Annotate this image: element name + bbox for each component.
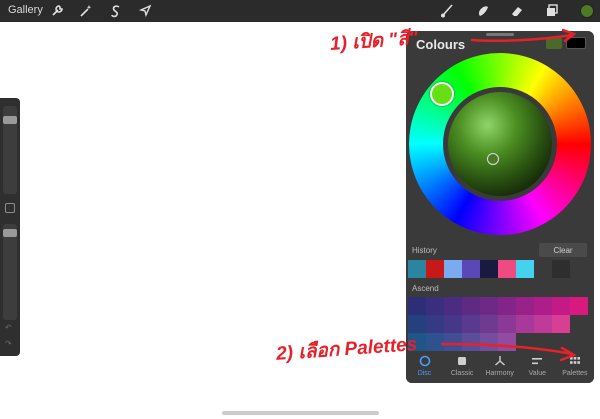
- palette-swatch[interactable]: [534, 297, 552, 315]
- transform-arrow-icon[interactable]: [137, 3, 153, 19]
- magic-wand-icon[interactable]: [78, 3, 94, 19]
- palette-swatch[interactable]: [480, 315, 498, 333]
- annotation-arrow-2: [440, 342, 577, 362]
- palette-swatch[interactable]: [516, 297, 534, 315]
- history-swatch[interactable]: [498, 260, 516, 278]
- annotation-step-1: 1) เปิด "สี": [329, 27, 419, 56]
- palette-swatch[interactable]: [516, 315, 534, 333]
- palette-swatch[interactable]: [408, 297, 426, 315]
- selection-s-icon[interactable]: [108, 3, 124, 19]
- palette-swatch[interactable]: [498, 315, 516, 333]
- hue-picker-knob[interactable]: [430, 82, 454, 106]
- annotation-arrow-1: [470, 28, 577, 43]
- colours-panel: Colours History Clear Ascend Disc Classic…: [406, 31, 594, 383]
- colour-button[interactable]: [580, 4, 594, 18]
- palette-swatch[interactable]: [552, 297, 570, 315]
- gallery-button[interactable]: Gallery: [8, 4, 43, 16]
- history-swatch[interactable]: [516, 260, 534, 278]
- annotation-step-2: 2) เลือก Palettes: [275, 334, 418, 365]
- brush-size-slider[interactable]: [3, 106, 17, 194]
- undo-icon[interactable]: ↶: [5, 324, 15, 332]
- palette-swatch[interactable]: [552, 315, 570, 333]
- layers-icon[interactable]: [544, 3, 560, 19]
- history-swatch[interactable]: [444, 260, 462, 278]
- history-swatch[interactable]: [408, 260, 426, 278]
- history-swatch[interactable]: [462, 260, 480, 278]
- history-swatches: [408, 260, 570, 278]
- palette-row: [408, 315, 588, 333]
- palette-swatch[interactable]: [444, 297, 462, 315]
- history-swatch[interactable]: [480, 260, 498, 278]
- tab-label: Disc: [417, 370, 432, 377]
- brush-size-thumb[interactable]: [3, 116, 17, 124]
- palette-swatch[interactable]: [426, 297, 444, 315]
- palette-name-label: Ascend: [412, 284, 439, 293]
- palette-swatch[interactable]: [498, 297, 516, 315]
- brush-icon[interactable]: [439, 3, 455, 19]
- disc-icon: [419, 355, 431, 370]
- wrench-icon[interactable]: [49, 3, 65, 19]
- disc-picker-knob[interactable]: [487, 153, 499, 165]
- tab-label: Harmony: [485, 370, 514, 377]
- palette-swatch[interactable]: [534, 315, 552, 333]
- palette-swatch[interactable]: [444, 315, 462, 333]
- smudge-icon[interactable]: [475, 3, 491, 19]
- palette-swatch[interactable]: [462, 315, 480, 333]
- saturation-brightness-disc[interactable]: [448, 92, 552, 196]
- clear-history-button[interactable]: Clear: [539, 243, 587, 257]
- palette-swatch[interactable]: [570, 297, 588, 315]
- top-toolbar: Gallery: [0, 0, 600, 22]
- panel-title: Colours: [416, 37, 466, 52]
- tab-label: Classic: [450, 370, 474, 377]
- eraser-icon[interactable]: [509, 3, 525, 19]
- modify-button[interactable]: [5, 203, 15, 213]
- palette-swatch[interactable]: [426, 315, 444, 333]
- tab-label: Palettes: [562, 370, 588, 377]
- history-swatch[interactable]: [552, 260, 570, 278]
- history-swatch[interactable]: [426, 260, 444, 278]
- opacity-thumb[interactable]: [3, 229, 17, 237]
- tab-label: Value: [528, 370, 546, 377]
- opacity-slider[interactable]: [3, 224, 17, 320]
- home-indicator[interactable]: [222, 411, 379, 415]
- left-sidebar: ↶ ↷: [0, 98, 20, 356]
- history-label: History: [412, 246, 437, 255]
- history-swatch[interactable]: [534, 260, 552, 278]
- palette-row: [408, 297, 588, 315]
- redo-icon[interactable]: ↷: [5, 340, 15, 348]
- palette-swatch[interactable]: [480, 297, 498, 315]
- palette-swatch[interactable]: [462, 297, 480, 315]
